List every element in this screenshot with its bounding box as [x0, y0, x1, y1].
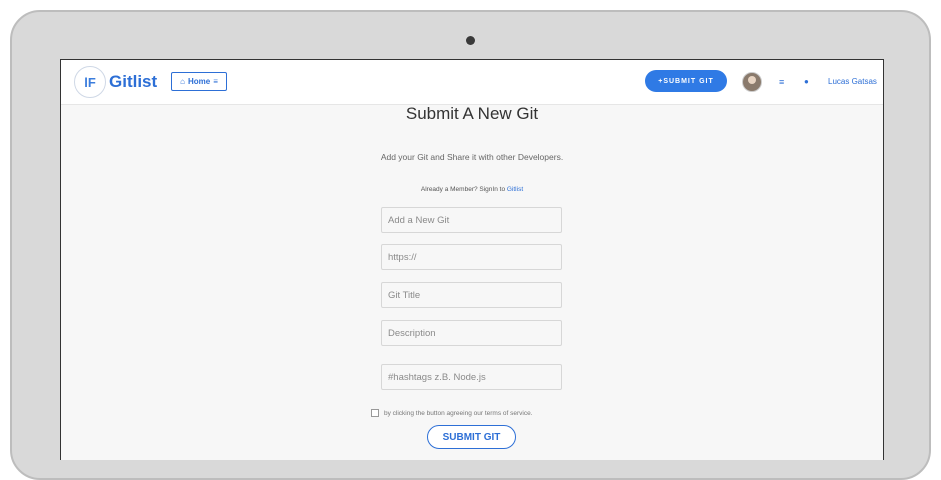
camera [466, 36, 475, 45]
user-icon[interactable]: ● [804, 77, 809, 86]
hashtags-input[interactable] [381, 364, 562, 390]
brand-name[interactable]: Gitlist [109, 72, 157, 92]
url-input[interactable] [381, 244, 562, 270]
avatar[interactable] [742, 72, 762, 92]
submit-git-button[interactable]: SUBMIT GIT [427, 425, 516, 449]
new-git-input[interactable] [381, 207, 562, 233]
home-button[interactable]: ⌂ Home ≡ [171, 72, 227, 91]
navbar: lF Gitlist ⌂ Home ≡ +SUBMIT GIT ≡ ● Luca… [61, 60, 883, 105]
menu-list-icon[interactable]: ≡ [779, 77, 784, 87]
user-name-link[interactable]: Lucas Gatsas [828, 77, 877, 86]
submit-git-nav-button[interactable]: +SUBMIT GIT [645, 70, 727, 92]
member-signin-line: Already a Member? SignIn to Gitlist [61, 186, 883, 193]
list-icon: ≡ [213, 77, 218, 86]
git-title-input[interactable] [381, 282, 562, 308]
description-input[interactable] [381, 320, 562, 346]
home-label: Home [187, 77, 211, 86]
browser-screen: lF Gitlist ⌂ Home ≡ +SUBMIT GIT ≡ ● Luca… [60, 59, 884, 460]
logo-icon[interactable]: lF [74, 66, 106, 98]
member-prefix: Already a Member? SignIn to [420, 186, 507, 193]
terms-checkbox[interactable] [371, 409, 379, 417]
terms-label: by clicking the button agreeing our term… [384, 409, 533, 417]
signin-link[interactable]: Gitlist [507, 186, 523, 193]
page-subtitle: Add your Git and Share it with other Dev… [380, 152, 564, 162]
terms-row: by clicking the button agreeing our term… [371, 409, 533, 417]
home-icon: ⌂ [180, 77, 185, 86]
page-title: Submit A New Git [405, 104, 539, 123]
logo-mark: lF [84, 74, 96, 90]
